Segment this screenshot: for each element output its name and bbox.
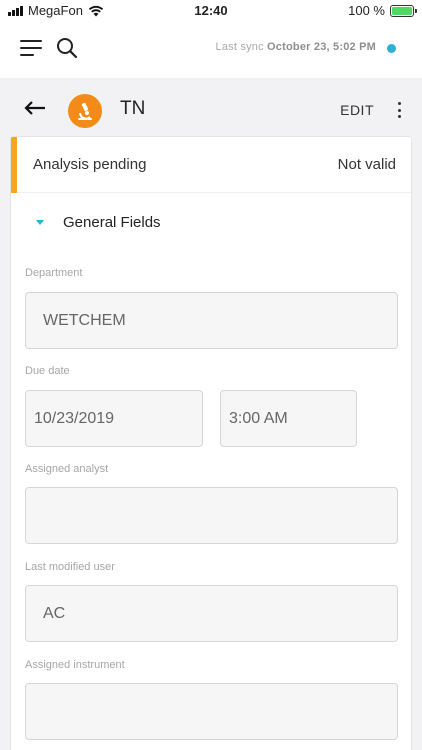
search-icon[interactable] [56,37,78,59]
last-sync: Last sync October 23, 5:02 PM [216,41,376,53]
due-time-field[interactable]: 3:00 AM [220,390,357,447]
status-row: Analysis pending Not valid [11,137,411,193]
assigned-analyst-label: Assigned analyst [25,463,109,475]
battery-fill [392,6,412,15]
last-modified-user-field[interactable]: AC [25,585,398,642]
assigned-instrument-field[interactable] [25,683,398,740]
due-date-field[interactable]: 10/23/2019 [25,390,203,447]
section-title: General Fields [63,214,161,231]
status-right: 100 % [348,3,417,18]
detail-card: Analysis pending Not valid General Field… [10,136,412,750]
status-label: Analysis pending [33,156,147,173]
more-vertical-icon[interactable] [396,102,402,118]
assigned-analyst-field[interactable] [25,487,398,544]
section-header-general-fields[interactable]: General Fields [11,193,411,251]
battery-percent: 100 % [348,3,385,18]
back-arrow-icon[interactable] [24,100,46,116]
caret-down-icon[interactable] [36,220,44,225]
top-bar: Last sync October 23, 5:02 PM [0,22,422,78]
record-header: TN EDIT [0,78,422,138]
sync-status-dot [387,44,396,53]
assigned-instrument-label: Assigned instrument [25,659,125,671]
microscope-icon [78,102,92,120]
sync-date: October 23, 5:02 PM [267,41,376,53]
edit-button[interactable]: EDIT [340,102,374,118]
sample-avatar [68,94,102,128]
status-bar: MegaFon 12:40 100 % [0,0,422,22]
page-title: TN [120,98,146,119]
department-label: Department [25,267,83,279]
status-accent-bar [11,137,17,193]
department-field[interactable]: WETCHEM [25,292,398,349]
menu-icon[interactable] [20,40,42,56]
last-modified-user-label: Last modified user [25,561,115,573]
due-date-label: Due date [25,365,70,377]
battery-icon [390,4,417,17]
status-value: Not valid [337,156,396,173]
sync-prefix: Last sync [215,41,264,53]
